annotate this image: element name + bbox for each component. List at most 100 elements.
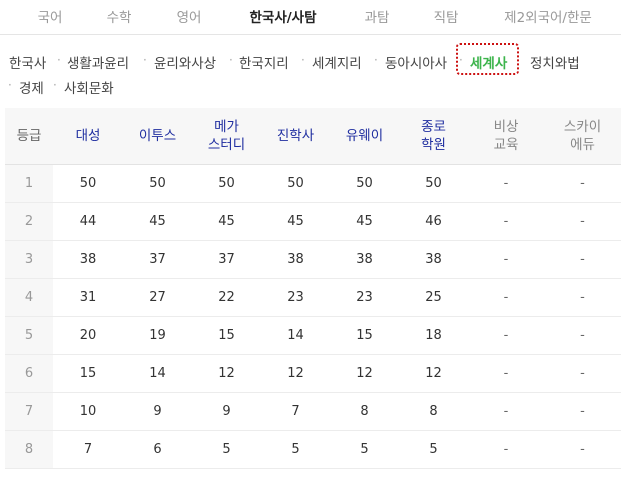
score-cell: -	[468, 164, 544, 203]
score-cell: 14	[261, 316, 330, 355]
sub-item-world-geography[interactable]: 세계지리	[312, 52, 362, 72]
sub-item-economics[interactable]: 경제	[19, 77, 44, 97]
score-cell: 8	[330, 392, 399, 431]
score-cell: -	[468, 202, 544, 241]
provider-column-header: 비상 교육	[468, 108, 544, 165]
score-cell: 12	[330, 354, 399, 393]
grade-cell: 8	[5, 430, 53, 469]
score-cell: 9	[123, 392, 192, 431]
sub-item-ethics-thought[interactable]: 윤리와사상	[154, 52, 216, 72]
score-cell: -	[544, 392, 621, 431]
sub-item-korean-history[interactable]: 한국사	[9, 52, 46, 72]
score-cell: 6	[123, 430, 192, 469]
tab-korean[interactable]: 국어	[38, 6, 63, 26]
tab-math[interactable]: 수학	[107, 6, 132, 26]
score-cell: 38	[261, 240, 330, 279]
sub-item-ethics-life[interactable]: 생활과윤리	[67, 52, 129, 72]
table-row: 7 10 9 9 7 8 8- -	[5, 392, 621, 431]
score-cell: 46	[399, 202, 468, 241]
score-cell: 12	[261, 354, 330, 393]
provider-column-header: 스카이 에듀	[544, 108, 621, 165]
separator-dot: ·	[53, 78, 57, 92]
provider-name: 비상 교육	[493, 119, 519, 153]
sub-item-korean-geography[interactable]: 한국지리	[239, 52, 289, 72]
score-cell: 8	[399, 392, 468, 431]
separator-dot: ·	[229, 53, 233, 67]
score-cell: 12	[399, 354, 468, 393]
score-cell: 50	[53, 164, 123, 203]
score-cell: 50	[192, 164, 261, 203]
score-cell: 15	[192, 316, 261, 355]
score-cell: 50	[399, 164, 468, 203]
tab-second-language[interactable]: 제2외국어/한문	[504, 6, 592, 26]
score-cell: 31	[53, 278, 123, 317]
score-cell: 7	[53, 430, 123, 469]
provider-column-header: 종로 학원	[399, 108, 468, 165]
tab-english[interactable]: 영어	[177, 6, 202, 26]
score-cell: 9	[192, 392, 261, 431]
grade-cut-table: 등급 대성 이투스 메가 스터디 진학사 유웨이 종로 학원 비상 교육 스카이 에듀 1 50 5…	[5, 108, 621, 469]
score-cell: 37	[123, 240, 192, 279]
table-body: 1 50 50 50 50 50 50- -2 44 45 45 45 45 46- -3 38 37 37 38 3…	[5, 164, 621, 469]
sub-item-politics-law[interactable]: 정치와법	[530, 52, 580, 72]
provider-name: 유웨이	[345, 128, 384, 144]
grade-column-header: 등급	[5, 108, 53, 165]
table-row: 3 38 37 37 38 38 38- -	[5, 240, 621, 279]
table-row: 4 31 27 22 23 23 25- -	[5, 278, 621, 317]
table-row: 5 20 19 15 14 15 18- -	[5, 316, 621, 355]
score-cell: 45	[192, 202, 261, 241]
score-cell: 15	[330, 316, 399, 355]
score-cell: -	[544, 240, 621, 279]
score-cell: 19	[123, 316, 192, 355]
score-cell: 14	[123, 354, 192, 393]
score-cell: 45	[330, 202, 399, 241]
provider-column-header: 메가 스터디	[192, 108, 261, 165]
score-cell: 50	[330, 164, 399, 203]
tab-vocational[interactable]: 직탐	[434, 6, 459, 26]
provider-column-header: 유웨이	[330, 108, 399, 165]
tab-korean-history-social[interactable]: 한국사/사탐	[249, 6, 316, 26]
provider-column-header: 이투스	[123, 108, 192, 165]
score-cell: -	[468, 316, 544, 355]
sub-item-social-culture[interactable]: 사회문화	[64, 77, 114, 97]
score-cell: 38	[53, 240, 123, 279]
grade-cell: 3	[5, 240, 53, 279]
score-cell: -	[544, 316, 621, 355]
table-row: 8765555--	[5, 430, 621, 469]
score-cell: -	[544, 164, 621, 203]
score-cell: 45	[261, 202, 330, 241]
score-cell: -	[544, 354, 621, 393]
table-row: 1 50 50 50 50 50 50- -	[5, 164, 621, 203]
selection-highlight-box	[456, 43, 519, 75]
score-cell: 18	[399, 316, 468, 355]
tab-science[interactable]: 과탐	[365, 6, 390, 26]
score-cell: -	[544, 278, 621, 317]
separator-dot: ·	[374, 53, 378, 67]
score-cell: 23	[330, 278, 399, 317]
provider-name: 메가 스터디	[207, 119, 246, 153]
score-cell: 38	[399, 240, 468, 279]
sub-item-east-asian-history[interactable]: 동아시아사	[385, 52, 447, 72]
grade-cell: 2	[5, 202, 53, 241]
grade-cell: 4	[5, 278, 53, 317]
provider-name: 스카이 에듀	[563, 119, 602, 153]
score-cell: 37	[192, 240, 261, 279]
separator-dot: ·	[143, 53, 147, 67]
score-cell: 5	[261, 430, 330, 469]
subject-tab-bar: 국어 수학 영어 한국사/사탐 과탐 직탐 제2외국어/한문	[0, 0, 621, 35]
score-cell: 38	[330, 240, 399, 279]
score-cell: 5	[192, 430, 261, 469]
score-cell: -	[468, 392, 544, 431]
grade-cell: 1	[5, 164, 53, 203]
separator-dot: ·	[8, 78, 12, 92]
table-header-row: 등급 대성 이투스 메가 스터디 진학사 유웨이 종로 학원 비상 교육 스카이 에듀	[5, 108, 621, 165]
provider-column-header: 진학사	[261, 108, 330, 165]
provider-name: 진학사	[276, 128, 315, 144]
score-cell: 5	[399, 430, 468, 469]
grade-cell: 5	[5, 316, 53, 355]
score-cell: -	[468, 354, 544, 393]
table-row: 6 15 14 12 12 12 12- -	[5, 354, 621, 393]
score-cell: 23	[261, 278, 330, 317]
score-cell: 7	[261, 392, 330, 431]
provider-name: 이투스	[138, 128, 177, 144]
